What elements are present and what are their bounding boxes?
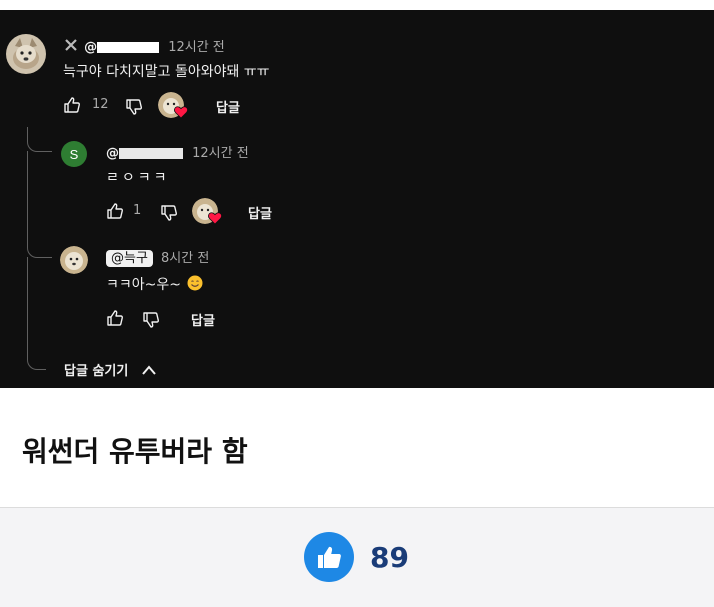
reply-text: ㅋㅋ아~우~ [106, 277, 181, 293]
redaction-mark [119, 148, 183, 159]
post-footer: 89 [0, 507, 714, 607]
avatar-letter: S [69, 146, 79, 162]
close-icon [63, 37, 79, 57]
thumbs-down-icon[interactable] [160, 204, 178, 226]
thread-line [27, 151, 52, 258]
thumbs-down-icon[interactable] [125, 98, 143, 120]
redaction-mark [97, 42, 160, 53]
reply-time[interactable]: 8시간 전 [161, 251, 209, 266]
smiling-face-emoji-icon [187, 275, 203, 295]
reply-author[interactable]: @ [106, 146, 183, 161]
thumbs-up-icon[interactable] [106, 202, 124, 224]
comment-author[interactable]: @ [84, 40, 160, 55]
mention-chip[interactable]: @늑구 [106, 250, 153, 267]
reply-button[interactable]: 답글 [216, 97, 240, 116]
post-caption: 워썬더 유투버라 함 [22, 435, 248, 468]
comment-actions: 12 답글 [63, 92, 363, 119]
comment-text: 늑구야 다치지말고 돌아와야돼 ㅠㅠ [63, 64, 270, 80]
reply-avatar[interactable]: S [61, 141, 87, 167]
thread-line [27, 257, 46, 370]
reply-text: ㄹㅇㅋㅋ [106, 170, 170, 186]
reply-avatar[interactable] [60, 246, 88, 274]
heart-icon [208, 210, 222, 229]
hide-replies-label: 답글 숨기기 [64, 364, 129, 379]
reply-button[interactable]: 답글 [248, 203, 272, 222]
reply-actions: 답글 [106, 307, 266, 329]
like-count: 12 [92, 97, 109, 112]
reply-text-row: ㅋㅋ아~우~ [106, 274, 203, 295]
hide-replies-button[interactable]: 답글 숨기기 [64, 360, 157, 380]
reply-header: @늑구 8시간 전 [106, 247, 209, 267]
thumbs-up-icon [315, 543, 343, 575]
reply-time[interactable]: 12시간 전 [192, 146, 249, 161]
thumbs-down-icon[interactable] [142, 311, 160, 333]
commenter-avatar[interactable] [6, 34, 46, 74]
chevron-up-icon [141, 361, 157, 380]
like-button[interactable] [304, 532, 354, 582]
like-count: 1 [133, 203, 142, 218]
reply-button[interactable]: 답글 [191, 310, 215, 329]
youtube-comment-screenshot: @ 12시간 전 늑구야 다치지말고 돌아와야돼 ㅠㅠ 12 답글 S @ 12… [0, 10, 714, 388]
thumbs-up-icon[interactable] [63, 96, 81, 118]
reply-header: @ 12시간 전 [106, 142, 249, 161]
comment-time[interactable]: 12시간 전 [168, 40, 225, 55]
heart-icon [174, 104, 188, 123]
thread-line [27, 127, 52, 152]
comment-header: @ 12시간 전 [63, 36, 225, 57]
post-like-count: 89 [370, 541, 409, 574]
reply-actions: 1 답글 [106, 198, 326, 225]
thumbs-up-icon[interactable] [106, 309, 124, 331]
